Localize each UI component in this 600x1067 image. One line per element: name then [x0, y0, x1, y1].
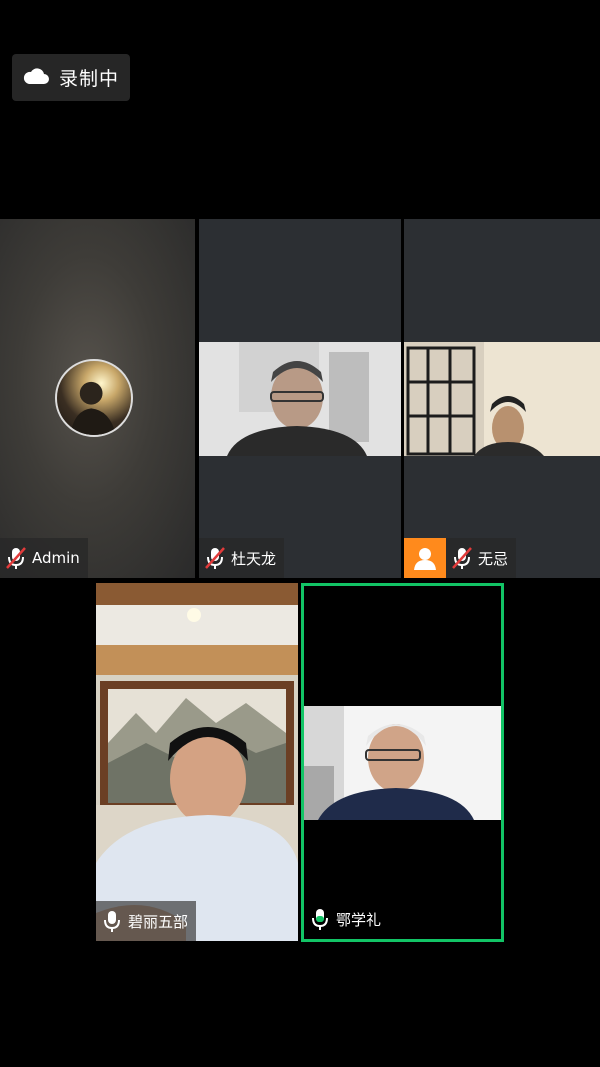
participant-tile-admin[interactable]: Admin [0, 219, 195, 578]
participant-tile-dutianlong[interactable]: 杜天龙 [199, 219, 401, 578]
participant-tile-exueli[interactable]: 鄂学礼 [301, 583, 504, 942]
name-tag: Admin [0, 538, 88, 578]
mic-on-icon [100, 908, 124, 934]
recording-label: 录制中 [59, 68, 120, 90]
mic-active-icon [308, 906, 332, 932]
participant-name: 无忌 [478, 549, 509, 568]
mic-muted-icon [4, 545, 28, 571]
participant-name: 鄂学礼 [336, 910, 382, 929]
mic-muted-icon [203, 545, 227, 571]
name-tag: 鄂学礼 [304, 899, 389, 939]
person-icon [404, 538, 446, 578]
participant-name: 碧丽五部 [128, 912, 189, 931]
video-feed [96, 583, 298, 941]
participant-tile-wuji[interactable]: 无忌 [404, 219, 600, 578]
participant-tile-bili-wubu[interactable]: 碧丽五部 [96, 583, 298, 941]
mic-muted-icon [450, 545, 474, 571]
name-tag: 杜天龙 [199, 538, 285, 578]
cloud-icon [23, 67, 49, 89]
recording-indicator: 录制中 [12, 54, 130, 101]
name-tag: 碧丽五部 [96, 901, 197, 941]
avatar [55, 359, 133, 437]
participant-name: Admin [32, 549, 80, 567]
name-tag: 无忌 [446, 538, 517, 578]
video-feed [199, 342, 401, 456]
video-feed [304, 706, 501, 820]
participant-name: 杜天龙 [231, 549, 277, 568]
video-feed [404, 342, 600, 456]
